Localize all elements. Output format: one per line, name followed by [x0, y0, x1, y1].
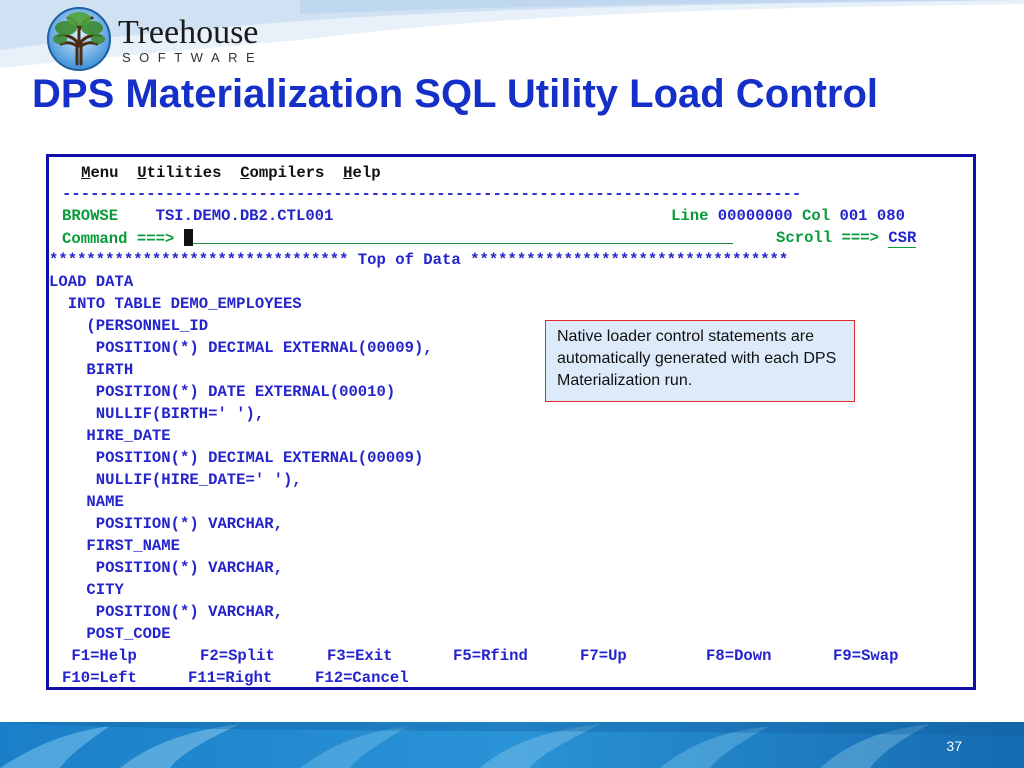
separator-line: ----------------------------------------…	[62, 185, 802, 203]
code-line: NULLIF(HIRE_DATE=' '),	[49, 471, 302, 489]
pf-key-f2[interactable]: F2=Split	[200, 645, 275, 667]
code-line: FIRST_NAME	[49, 537, 181, 555]
col-value: 001 080	[839, 207, 905, 225]
code-line: NAME	[49, 493, 124, 511]
pf-key-f11[interactable]: F11=Right	[188, 667, 272, 687]
code-line: POST_CODE	[49, 625, 171, 643]
scroll-label: Scroll ===>	[776, 229, 879, 247]
code-line: NULLIF(BIRTH=' '),	[49, 405, 265, 423]
top-of-data-banner: ******************************** Top of …	[49, 251, 789, 269]
command-input[interactable]	[192, 227, 733, 244]
code-line: POSITION(*) DECIMAL EXTERNAL(00009)	[49, 449, 424, 467]
dataset-name: TSI.DEMO.DB2.CTL001	[155, 207, 334, 225]
code-line: POSITION(*) DECIMAL EXTERNAL(00009),	[49, 339, 433, 357]
code-line: CITY	[49, 581, 124, 599]
pf-key-f8[interactable]: F8=Down	[706, 645, 772, 667]
pf-key-f12[interactable]: F12=Cancel	[315, 667, 409, 687]
pf-key-f5[interactable]: F5=Rfind	[453, 645, 528, 667]
command-line: Command ===>	[62, 227, 733, 249]
menu-item-compilers[interactable]: Compilers	[240, 164, 324, 182]
logo-name: Treehouse	[118, 14, 259, 51]
page-number: 37	[946, 738, 962, 754]
menu-item-menu[interactable]: Menu	[81, 164, 118, 182]
tree-logo-icon	[47, 7, 111, 71]
company-logo: Treehouse SOFTWARE	[46, 6, 276, 71]
code-line: INTO TABLE DEMO_EMPLOYEES	[49, 295, 302, 313]
pf-key-f9[interactable]: F9=Swap	[833, 645, 899, 667]
ispf-browse-terminal: Menu Utilities Compilers Help ----------…	[46, 154, 976, 690]
code-line: HIRE_DATE	[49, 427, 171, 445]
command-label: Command ===>	[62, 230, 175, 248]
scroll-field: Scroll ===> CSR	[776, 227, 917, 249]
scroll-input[interactable]: CSR	[888, 229, 917, 248]
callout-note: Native loader control statements are aut…	[545, 320, 855, 402]
cursor	[183, 229, 193, 246]
footer-decoration	[0, 722, 1024, 768]
code-line: LOAD DATA	[49, 273, 134, 291]
code-line: POSITION(*) VARCHAR,	[49, 603, 283, 621]
code-line: POSITION(*) VARCHAR,	[49, 559, 283, 577]
pf-key-f7[interactable]: F7=Up	[580, 645, 627, 667]
pf-key-f10[interactable]: F10=Left	[62, 667, 137, 687]
mode-label: BROWSE	[62, 207, 119, 225]
code-line: BIRTH	[49, 361, 134, 379]
logo-subtitle: SOFTWARE	[122, 50, 264, 65]
pf-key-f1[interactable]: F1=Help	[62, 645, 137, 667]
menu-item-help[interactable]: Help	[343, 164, 380, 182]
code-line: POSITION(*) DATE EXTERNAL(00010)	[49, 383, 396, 401]
code-line: (PERSONNEL_ID	[49, 317, 209, 335]
menu-item-utilities[interactable]: Utilities	[137, 164, 221, 182]
status-line: BROWSE TSI.DEMO.DB2.CTL001	[62, 205, 333, 227]
line-col-indicator: Line 00000000 Col 001 080	[671, 207, 905, 225]
code-line: POSITION(*) VARCHAR,	[49, 515, 283, 533]
menu-bar: Menu Utilities Compilers Help	[53, 162, 381, 184]
line-value: 00000000	[717, 207, 793, 225]
pf-key-f3[interactable]: F3=Exit	[327, 645, 393, 667]
slide-title: DPS Materialization SQL Utility Load Con…	[32, 72, 878, 116]
